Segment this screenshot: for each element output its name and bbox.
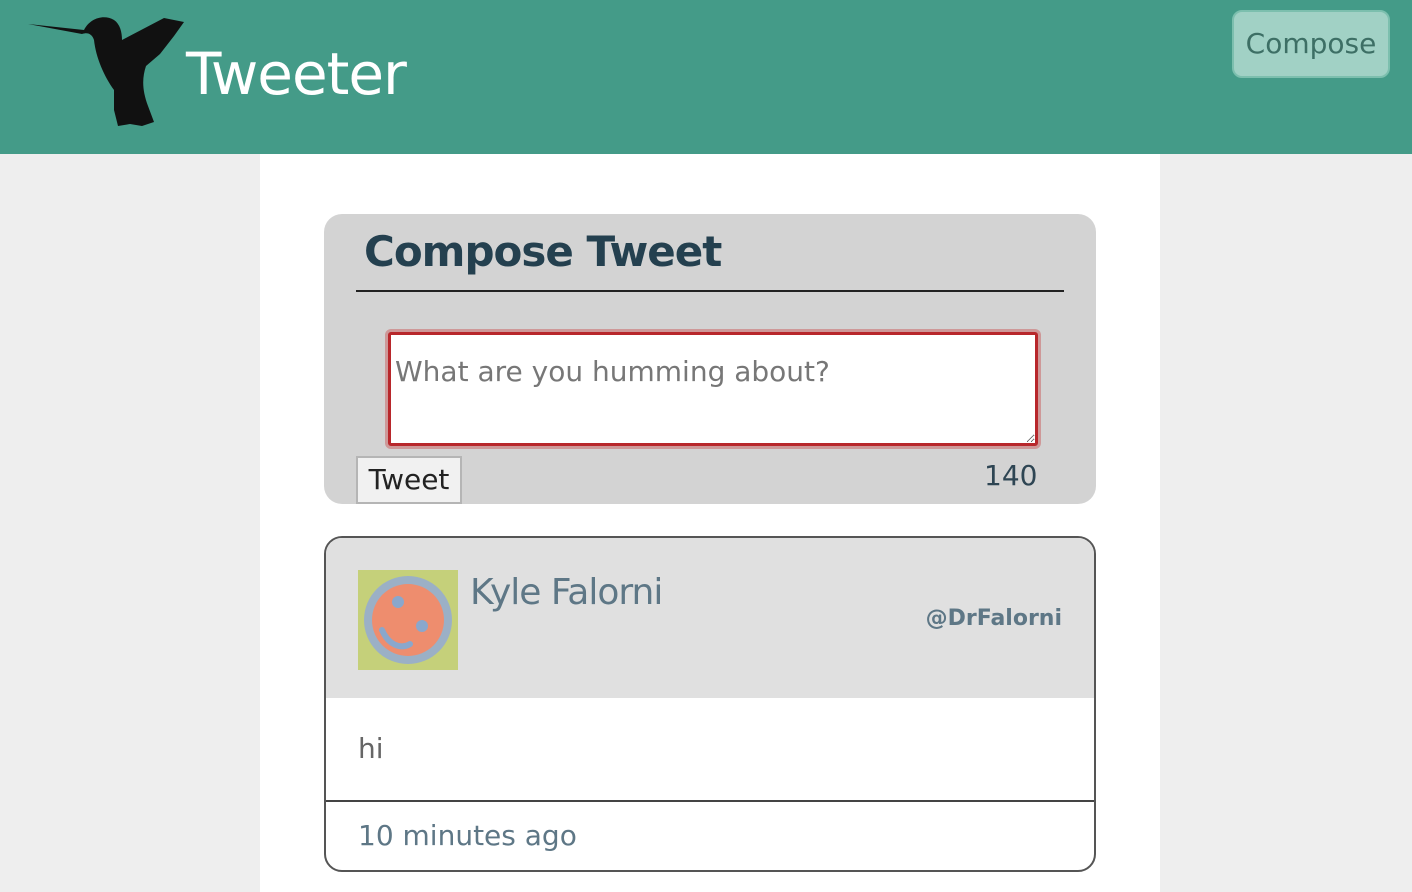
- tweet-timestamp: 10 minutes ago: [358, 819, 577, 852]
- tweet-author-handle: @DrFalorni: [925, 606, 1062, 631]
- compose-divider: [356, 290, 1064, 292]
- compose-nav-button[interactable]: Compose: [1232, 10, 1390, 78]
- compose-heading: Compose Tweet: [364, 227, 722, 276]
- main-column: Compose Tweet Tweet 140 Kyle Falorni @Dr…: [260, 154, 1160, 892]
- tweet-divider: [326, 800, 1094, 802]
- tweet-author-name: Kyle Falorni: [470, 572, 663, 613]
- tweet-header: Kyle Falorni @DrFalorni: [326, 538, 1094, 698]
- compose-tweet-panel: Compose Tweet Tweet 140: [324, 214, 1096, 504]
- header: Tweeter Compose: [0, 0, 1412, 154]
- brand-title: Tweeter: [186, 40, 407, 108]
- tweet-text-input[interactable]: [388, 332, 1038, 446]
- hummingbird-icon: [28, 17, 184, 127]
- tweet-submit-button[interactable]: Tweet: [356, 456, 462, 504]
- tweet-text: hi: [358, 732, 384, 765]
- tweet-card: Kyle Falorni @DrFalorni hi 10 minutes ag…: [324, 536, 1096, 872]
- avatar-icon: [358, 570, 458, 670]
- character-counter: 140: [984, 459, 1038, 492]
